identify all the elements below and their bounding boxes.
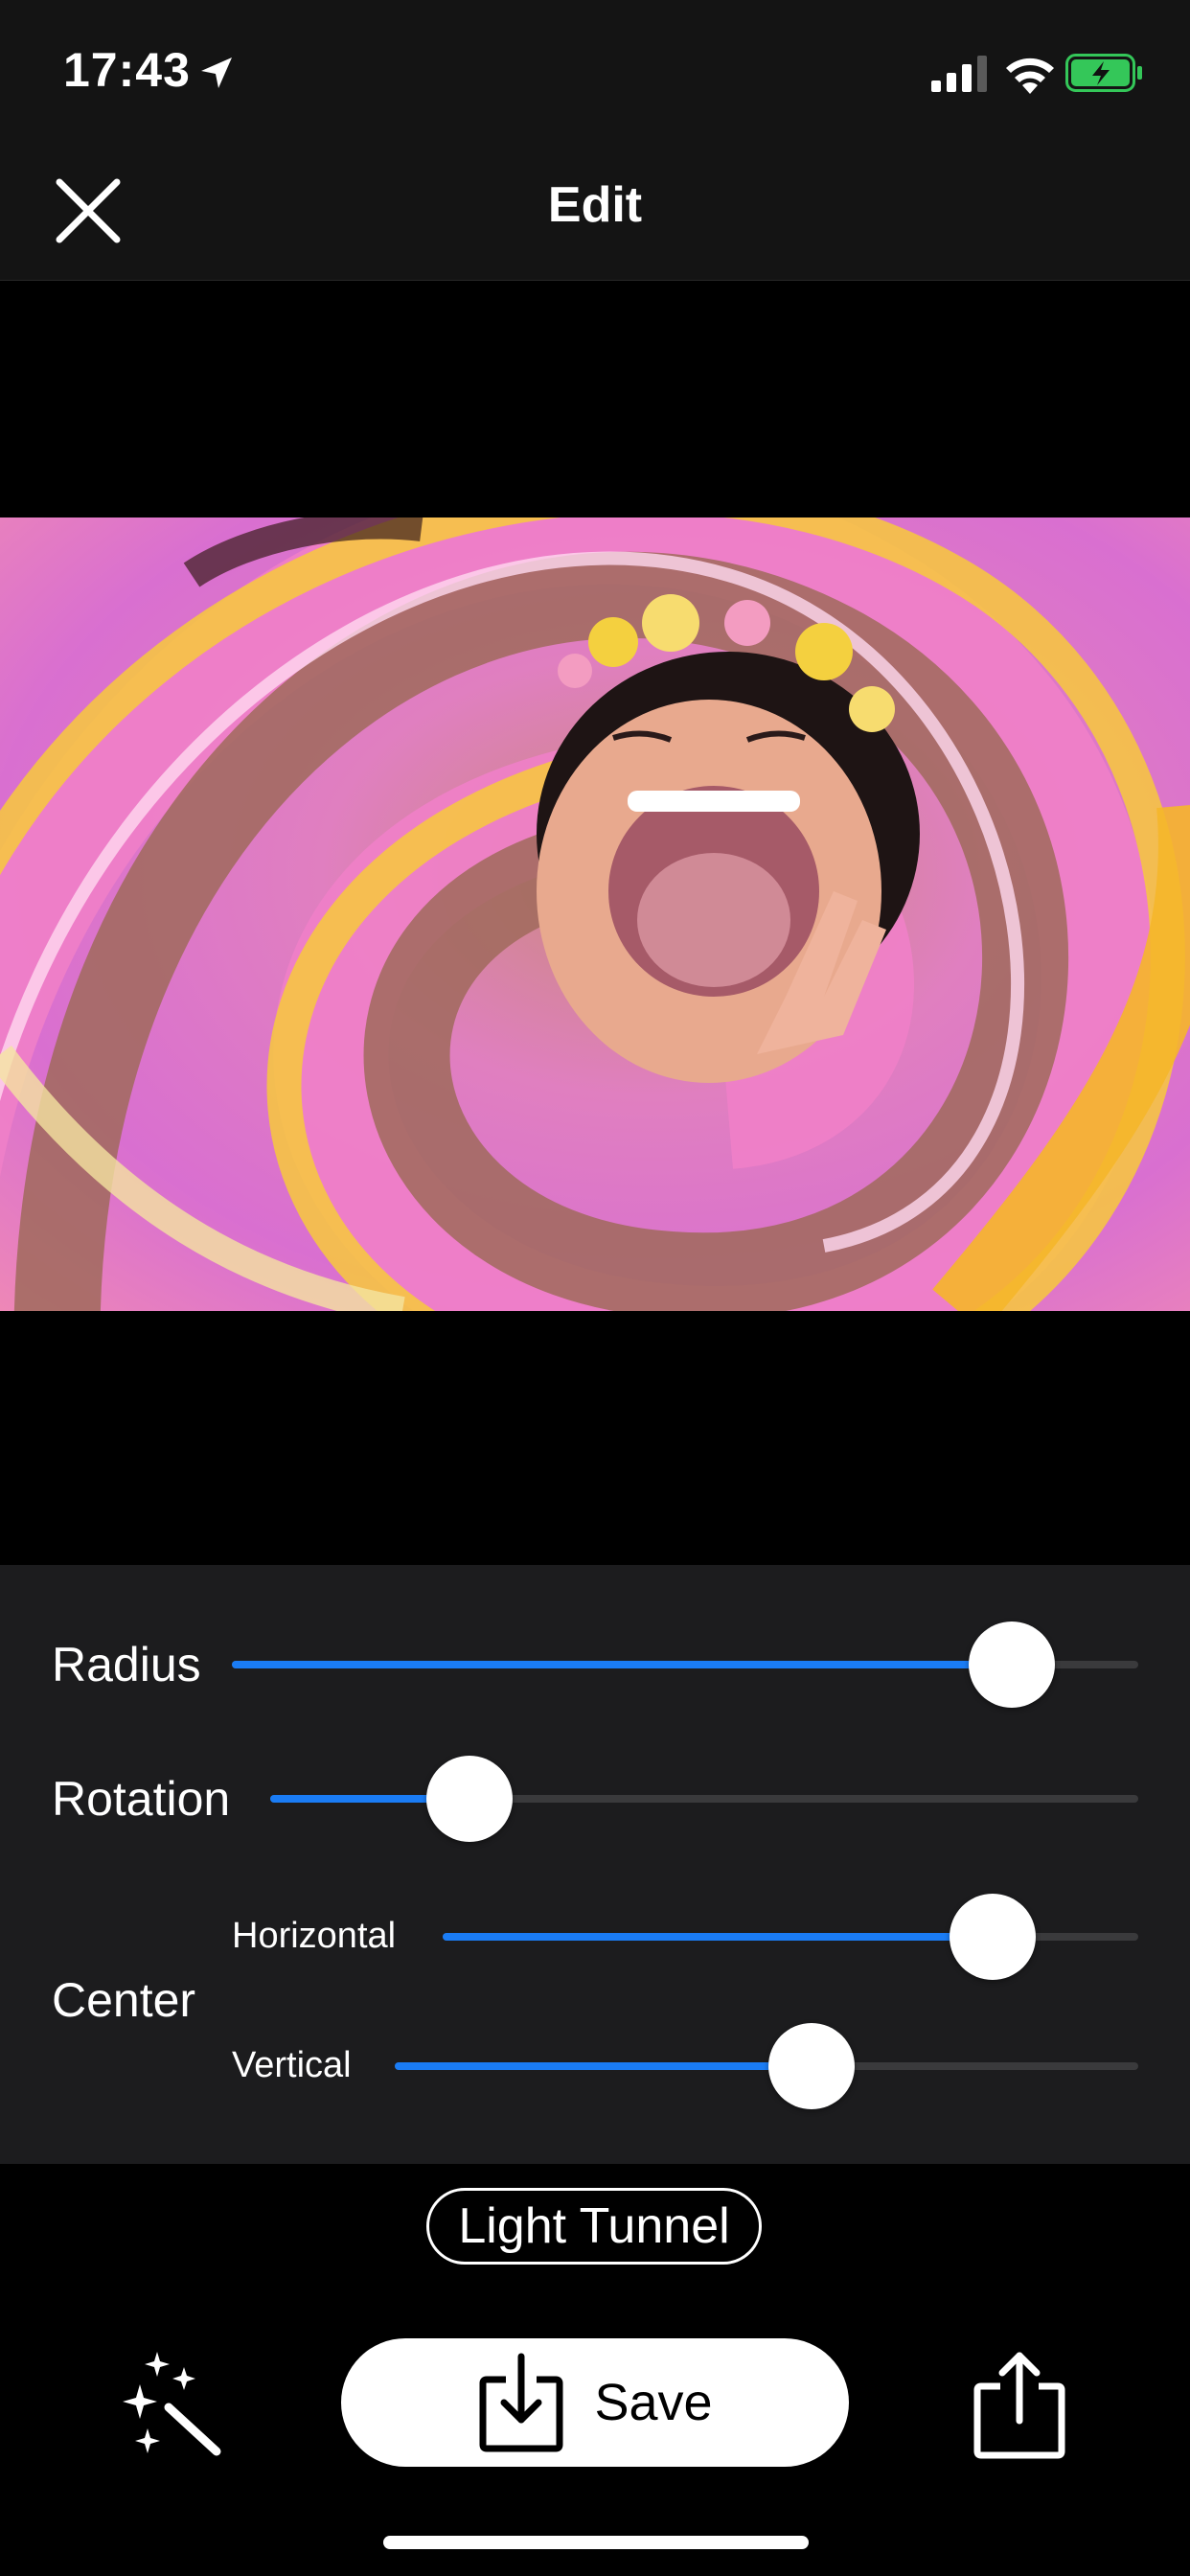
- magic-wand-icon[interactable]: [113, 2352, 224, 2457]
- location-arrow-icon: [201, 58, 232, 88]
- radius-label: Radius: [52, 1638, 201, 1691]
- rotation-slider[interactable]: [270, 1756, 1138, 1842]
- vertical-slider[interactable]: [395, 2023, 1138, 2109]
- cellular-signal-icon: [931, 56, 987, 92]
- vertical-slider-thumb[interactable]: [767, 2023, 855, 2109]
- photo-preview: [0, 518, 1190, 1311]
- download-icon: [479, 2353, 563, 2452]
- horizontal-slider-thumb[interactable]: [949, 1894, 1036, 1980]
- horizontal-slider-fill: [443, 1933, 993, 1941]
- horizontal-slider[interactable]: [443, 1894, 1138, 1980]
- rotation-slider-thumb[interactable]: [426, 1756, 514, 1842]
- status-time: 17:43: [63, 43, 191, 97]
- filter-name-button[interactable]: Light Tunnel: [426, 2188, 762, 2265]
- radius-slider-thumb[interactable]: [968, 1622, 1055, 1708]
- radius-slider-fill: [232, 1661, 1012, 1668]
- page-title: Edit: [547, 177, 643, 233]
- home-indicator[interactable]: [383, 2536, 809, 2549]
- center-label: Center: [52, 1973, 196, 2027]
- filter-name-label: Light Tunnel: [458, 2198, 730, 2254]
- vertical-label: Vertical: [232, 2045, 352, 2085]
- wifi-icon: [1006, 58, 1054, 94]
- vertical-slider-fill: [395, 2062, 812, 2070]
- share-icon[interactable]: [972, 2350, 1067, 2459]
- save-button[interactable]: Save: [341, 2338, 849, 2467]
- save-label: Save: [594, 2374, 713, 2431]
- rotation-label: Rotation: [52, 1772, 231, 1826]
- horizontal-label: Horizontal: [232, 1916, 397, 1956]
- battery-charging-icon: [1065, 54, 1142, 92]
- radius-slider[interactable]: [232, 1622, 1138, 1708]
